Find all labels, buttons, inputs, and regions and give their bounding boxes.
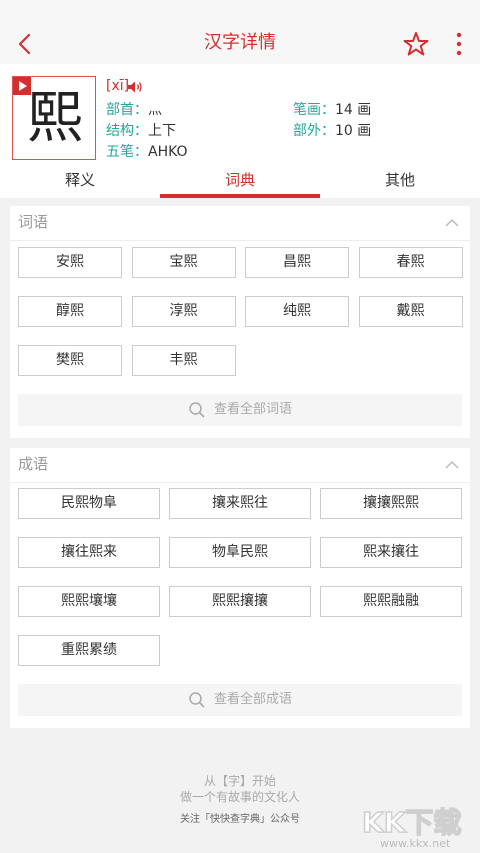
search-icon — [189, 401, 205, 418]
speaker-icon[interactable] — [127, 80, 143, 94]
idiom-chip[interactable]: 攘往熙来 — [18, 537, 160, 568]
kk-watermark-logo: KK下载 www.kkx.net — [361, 805, 462, 850]
idiom-chip[interactable]: 民熙物阜 — [18, 488, 160, 519]
character-box[interactable]: 熙 — [12, 76, 96, 160]
view-all-words-label: 查看全部词语 — [213, 402, 292, 417]
field-structure: 结构：上下 — [106, 123, 176, 139]
back-arrow-icon[interactable] — [12, 30, 40, 58]
word-chip[interactable]: 淳熙 — [131, 296, 236, 327]
tab-bar: 释义 词典 其他 — [0, 168, 480, 198]
idiom-chip[interactable]: 重熙累绩 — [18, 635, 160, 666]
tab-indicator — [160, 194, 320, 198]
character-header: 熙 [xī] 部首：灬 笔画：14 画 结构：上下 部外：10 画 五笔：AHK… — [0, 64, 480, 168]
idiom-chip[interactable]: 攘来熙往 — [169, 488, 311, 519]
idiom-chip[interactable]: 熙熙攘攘 — [169, 586, 311, 617]
chevron-up-icon[interactable] — [444, 216, 460, 228]
divider — [10, 240, 470, 241]
word-chip[interactable]: 昌熙 — [245, 247, 349, 278]
word-chip[interactable]: 宝熙 — [131, 247, 236, 278]
chevron-up-icon[interactable] — [444, 458, 460, 470]
field-strokes: 笔画：14 画 — [293, 102, 372, 118]
more-vertical-icon[interactable] — [449, 30, 469, 58]
view-all-words-button[interactable]: 查看全部词语 — [18, 394, 462, 426]
search-icon — [189, 691, 205, 708]
star-icon[interactable] — [402, 30, 430, 58]
view-all-idioms-button[interactable]: 查看全部成语 — [18, 684, 462, 716]
section-words: 词语 查看全部词语 安熙 宝熙 昌熙 春熙醇熙 淳熙 纯熙 戴熙樊熙 丰熙 — [10, 206, 470, 438]
field-radical: 部首：灬 — [106, 102, 162, 118]
watermark-brand: KK下载 — [362, 806, 461, 839]
word-chip[interactable]: 醇熙 — [18, 296, 122, 327]
idiom-chip[interactable]: 熙来攘往 — [320, 537, 462, 568]
word-chip[interactable]: 春熙 — [358, 247, 463, 278]
footer-slogan-1: 从【字】开始 — [203, 774, 276, 788]
watermark-url: www.kkx.net — [380, 837, 451, 850]
pinyin: [xī] — [106, 78, 130, 94]
idiom-chip[interactable]: 物阜民熙 — [169, 537, 311, 568]
field-wubi: 五笔：AHKO — [106, 144, 188, 160]
tab-definition[interactable]: 释义 — [0, 168, 160, 198]
tab-other[interactable]: 其他 — [320, 168, 480, 198]
idiom-chip[interactable]: 熙熙壤壤 — [18, 586, 160, 617]
idiom-chip[interactable]: 熙熙融融 — [320, 586, 462, 617]
word-chip[interactable]: 樊熙 — [18, 345, 122, 376]
section-title: 成语 — [18, 455, 49, 473]
word-chip[interactable]: 丰熙 — [131, 345, 236, 376]
word-chip[interactable]: 纯熙 — [245, 296, 349, 327]
play-icon[interactable] — [13, 77, 31, 95]
section-title: 词语 — [18, 213, 49, 231]
word-chip[interactable]: 安熙 — [18, 247, 122, 278]
word-chip[interactable]: 戴熙 — [358, 296, 463, 327]
view-all-idioms-label: 查看全部成语 — [213, 692, 292, 707]
divider — [10, 482, 470, 483]
section-idioms: 成语 查看全部成语 民熙物阜 攘来熙往 攘攘熙熙 攘往熙来 物阜民熙 熙来攘往 熙熙壤壤 熙熙… — [10, 448, 470, 728]
idiom-chip[interactable]: 攘攘熙熙 — [320, 488, 462, 519]
field-outer-strokes: 部外：10 画 — [293, 123, 372, 139]
